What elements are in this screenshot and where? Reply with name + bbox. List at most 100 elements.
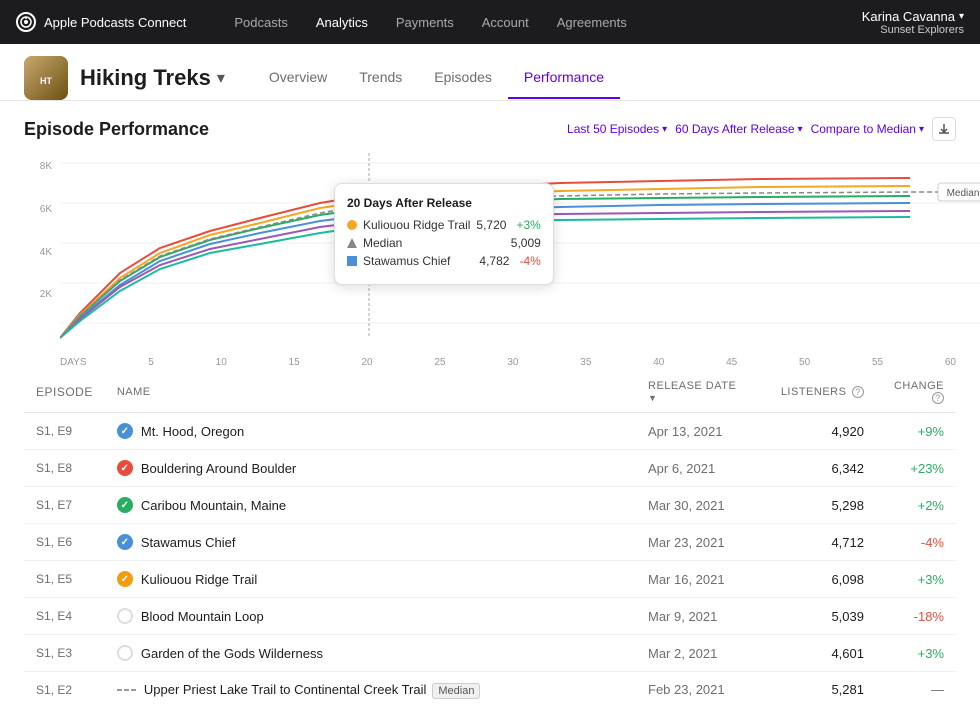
status-icon-none [117, 608, 133, 624]
episode-name: Kuliouou Ridge Trail [105, 561, 636, 598]
brand-icon [16, 12, 36, 32]
main-nav: Podcasts Analytics Payments Account Agre… [234, 15, 829, 30]
change-value: +23% [876, 450, 956, 487]
table-row[interactable]: S1, E5 Kuliouou Ridge Trail Mar 16, 2021… [24, 561, 956, 598]
x-label-45: 45 [726, 357, 737, 368]
nav-agreements[interactable]: Agreements [557, 15, 627, 30]
change-value: — [876, 672, 956, 703]
x-label-55: 55 [872, 357, 883, 368]
tooltip-change-0: +3% [516, 218, 540, 232]
tooltip-triangle [347, 238, 357, 248]
chart-tooltip: 20 Days After Release Kuliouou Ridge Tra… [334, 183, 554, 285]
table-row[interactable]: S1, E6 Stawamus Chief Mar 23, 2021 4,712… [24, 524, 956, 561]
x-axis: DAYS 5 10 15 20 25 30 35 40 45 50 55 60 [24, 353, 956, 372]
episode-name-text: Bouldering Around Boulder [141, 461, 296, 476]
episode-name-container: Upper Priest Lake Trail to Continental C… [117, 682, 624, 697]
release-date: Mar 30, 2021 [636, 487, 756, 524]
release-date: Mar 23, 2021 [636, 524, 756, 561]
episode-name-container: Kuliouou Ridge Trail [117, 571, 624, 587]
tooltip-name-1: Median [363, 236, 505, 250]
episode-label: S1, E4 [24, 598, 105, 635]
filter-days[interactable]: 60 Days After Release ▾ [675, 122, 802, 136]
table-row[interactable]: S1, E3 Garden of the Gods Wilderness Mar… [24, 635, 956, 672]
episode-name-text: Caribou Mountain, Maine [141, 498, 286, 513]
episode-name-container: Bouldering Around Boulder [117, 460, 624, 476]
status-icon-green [117, 497, 133, 513]
episode-name-text: Garden of the Gods Wilderness [141, 646, 323, 661]
tab-overview[interactable]: Overview [253, 57, 343, 99]
table-row[interactable]: S1, E7 Caribou Mountain, Maine Mar 30, 2… [24, 487, 956, 524]
tab-trends[interactable]: Trends [343, 57, 418, 99]
episode-label: S1, E5 [24, 561, 105, 598]
tooltip-change-2: -4% [519, 254, 540, 268]
listeners-count: 4,601 [756, 635, 876, 672]
export-button[interactable] [932, 117, 956, 141]
episode-label: S1, E3 [24, 635, 105, 672]
top-nav: Apple Podcasts Connect Podcasts Analytic… [0, 0, 980, 44]
release-date: Mar 9, 2021 [636, 598, 756, 635]
status-icon-orange [117, 571, 133, 587]
x-label-10: 10 [216, 357, 227, 368]
brand-label: Apple Podcasts Connect [44, 15, 186, 30]
user-podcast: Sunset Explorers [880, 24, 964, 36]
tab-performance[interactable]: Performance [508, 57, 620, 99]
col-episode: EPISODE [24, 372, 105, 413]
episode-label: S1, E7 [24, 487, 105, 524]
episode-name-text: Mt. Hood, Oregon [141, 424, 244, 439]
change-value: +2% [876, 487, 956, 524]
podcast-name[interactable]: Hiking Treks ▾ [80, 65, 225, 91]
podcast-chevron: ▾ [217, 68, 225, 88]
tooltip-row-0: Kuliouou Ridge Trail 5,720 +3% [347, 218, 541, 232]
brand: Apple Podcasts Connect [16, 12, 186, 32]
table-row[interactable]: S1, E4 Blood Mountain Loop Mar 9, 2021 5… [24, 598, 956, 635]
table-header-row: EPISODE NAME RELEASE DATE ▼ LISTENERS ? … [24, 372, 956, 413]
section-title: Episode Performance [24, 119, 209, 140]
change-info-icon[interactable]: ? [932, 392, 944, 404]
release-date: Feb 23, 2021 [636, 672, 756, 703]
user-name: Karina Cavanna ▾ [862, 9, 964, 24]
tooltip-row-1: Median 5,009 [347, 236, 541, 250]
release-date: Apr 13, 2021 [636, 413, 756, 450]
nav-podcasts[interactable]: Podcasts [234, 15, 287, 30]
y-label-2k: 2K [24, 289, 52, 300]
episode-name: Blood Mountain Loop [105, 598, 636, 635]
x-label-50: 50 [799, 357, 810, 368]
table-row[interactable]: S1, E2 Upper Priest Lake Trail to Contin… [24, 672, 956, 703]
main-content: Episode Performance Last 50 Episodes ▾ 6… [0, 101, 980, 718]
x-label-15: 15 [289, 357, 300, 368]
nav-account[interactable]: Account [482, 15, 529, 30]
release-date: Mar 2, 2021 [636, 635, 756, 672]
filter-compare[interactable]: Compare to Median ▾ [811, 122, 924, 136]
release-date: Apr 6, 2021 [636, 450, 756, 487]
section-header: Episode Performance Last 50 Episodes ▾ 6… [24, 117, 956, 141]
sort-icon: ▼ [648, 393, 657, 403]
filter-episodes[interactable]: Last 50 Episodes ▾ [567, 122, 667, 136]
tooltip-row-2: Stawamus Chief 4,782 -4% [347, 254, 541, 268]
tooltip-name-0: Kuliouou Ridge Trail [363, 218, 470, 232]
episode-name-container: Caribou Mountain, Maine [117, 497, 624, 513]
table-row[interactable]: S1, E8 Bouldering Around Boulder Apr 6, … [24, 450, 956, 487]
change-value: +3% [876, 635, 956, 672]
episode-name-text: Stawamus Chief [141, 535, 236, 550]
listeners-count: 4,920 [756, 413, 876, 450]
table-row[interactable]: S1, E9 Mt. Hood, Oregon Apr 13, 2021 4,9… [24, 413, 956, 450]
user-info[interactable]: Karina Cavanna ▾ Sunset Explorers [862, 9, 964, 36]
x-label-40: 40 [653, 357, 664, 368]
episode-label: S1, E9 [24, 413, 105, 450]
episode-name-container: Stawamus Chief [117, 534, 624, 550]
filters: Last 50 Episodes ▾ 60 Days After Release… [567, 117, 956, 141]
episode-label: S1, E6 [24, 524, 105, 561]
x-label-25: 25 [434, 357, 445, 368]
listeners-info-icon[interactable]: ? [852, 386, 864, 398]
change-value: -4% [876, 524, 956, 561]
tab-episodes[interactable]: Episodes [418, 57, 508, 99]
y-label-4k: 4K [24, 247, 52, 258]
listeners-count: 5,281 [756, 672, 876, 703]
col-release-date[interactable]: RELEASE DATE ▼ [636, 372, 756, 413]
change-value: +3% [876, 561, 956, 598]
listeners-count: 4,712 [756, 524, 876, 561]
listeners-count: 6,098 [756, 561, 876, 598]
nav-payments[interactable]: Payments [396, 15, 454, 30]
y-label-6k: 6K [24, 204, 52, 215]
nav-analytics[interactable]: Analytics [316, 15, 368, 30]
